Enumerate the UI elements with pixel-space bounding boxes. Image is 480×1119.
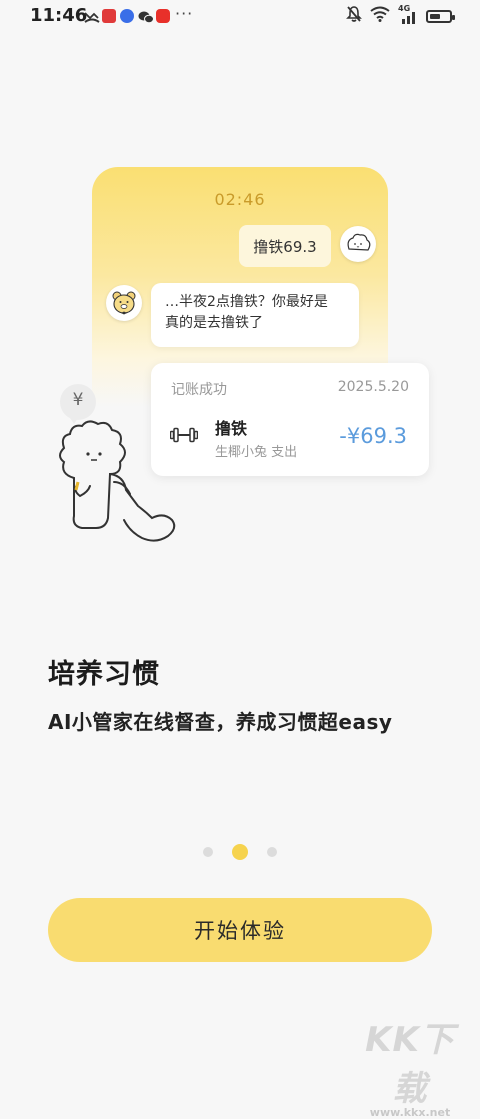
wifi-icon xyxy=(370,6,390,26)
watermark-url: www.kkx.net xyxy=(369,1106,451,1119)
user-message-text: 撸铁69.3 xyxy=(253,237,317,256)
record-item-meta: 生椰小兔 支出 xyxy=(215,445,298,460)
ai-reply-line: …半夜2点撸铁？你最好是 xyxy=(165,294,328,310)
pager-dot-active[interactable] xyxy=(232,844,248,860)
wechat-icon xyxy=(138,9,154,24)
ai-reply-line: 真的是去撸铁了 xyxy=(165,315,263,331)
illustration-time: 02:46 xyxy=(214,190,266,209)
status-icons: 4G xyxy=(346,4,455,27)
page-title: 培养习惯 xyxy=(48,659,160,690)
watermark-logo: KK下载 xyxy=(365,1020,455,1109)
more-notifications: ··· xyxy=(175,4,194,23)
huawei-app-icon xyxy=(102,9,116,23)
status-bar: 11:46 ··· 4G xyxy=(0,0,480,32)
bear-avatar xyxy=(106,285,142,321)
watermark: KK下载 www.kkx.net xyxy=(360,1012,460,1119)
page-subtitle: AI小管家在线督查，养成习惯超easy xyxy=(48,710,393,734)
pager-indicator xyxy=(0,844,480,860)
bunny-avatar xyxy=(340,226,376,262)
yuan-symbol: ¥ xyxy=(72,390,84,410)
pager-dot[interactable] xyxy=(203,847,213,857)
user-message-bubble: 撸铁69.3 xyxy=(239,225,331,267)
record-amount: -¥69.3 xyxy=(339,424,407,448)
pager-dot[interactable] xyxy=(267,847,277,857)
battery-icon xyxy=(426,9,455,23)
mascot-illustration: ¥ xyxy=(52,378,184,548)
start-experience-button[interactable]: 开始体验 xyxy=(48,898,432,962)
status-time: 11:46 xyxy=(30,5,88,26)
mute-icon xyxy=(346,5,362,27)
record-item-name: 撸铁 xyxy=(215,419,248,438)
missed-call-icon xyxy=(84,9,100,23)
music-app-icon xyxy=(120,9,134,23)
cellular-signal-icon: 4G xyxy=(398,4,418,25)
ai-reply-bubble: …半夜2点撸铁？你最好是 真的是去撸铁了 xyxy=(151,283,359,347)
red-app-icon xyxy=(156,9,170,23)
bookkeeping-record-card: 记账成功 2025.5.20 撸铁 生椰小兔 支出 -¥69.3 xyxy=(151,363,429,476)
record-date: 2025.5.20 xyxy=(337,379,409,395)
